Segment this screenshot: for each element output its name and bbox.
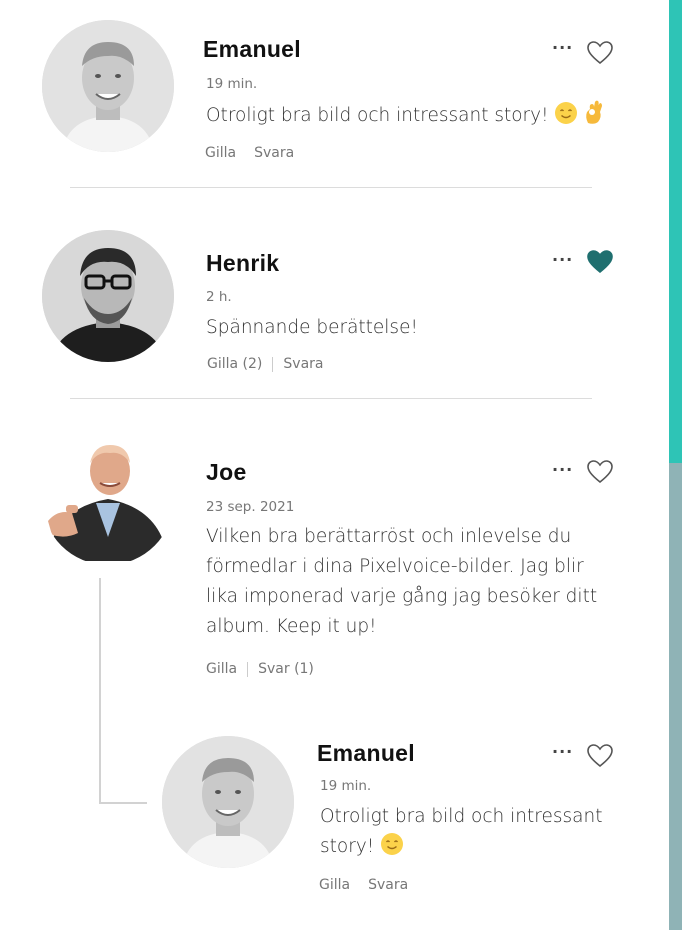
comment-text-line-wrap: story! [320,832,620,862]
comment-time: 23 sep. 2021 [206,499,295,515]
more-dots-icon[interactable]: ··· [552,38,573,57]
thread-connector-line [99,802,147,804]
thread-connector-line [99,578,101,804]
comment-text: Otroligt bra bild och intressant story! [206,99,604,131]
like-button[interactable]: Gilla [205,145,236,161]
like-button[interactable]: Gilla [319,877,350,893]
divider [70,187,592,188]
like-button[interactable]: Gilla [206,661,237,677]
reply-button[interactable]: Svara [368,877,408,893]
avatar[interactable] [42,433,174,565]
comment-time: 2 h. [206,289,232,305]
comment-author[interactable]: Emanuel [317,740,415,767]
comment-text-line: Otroligt bra bild och intressant [320,806,603,827]
comment-author[interactable]: Henrik [206,250,279,277]
comment-author[interactable]: Emanuel [203,36,301,63]
scrollbar-thumb[interactable] [669,0,682,463]
reply-button[interactable]: Svara [254,145,294,161]
comment-actions: Gilla Svara [205,145,294,161]
heart-outline-icon[interactable] [586,40,614,66]
heart-outline-icon[interactable] [586,459,614,485]
comment-actions: Gilla (2) Svara [207,356,323,372]
heart-outline-icon[interactable] [586,743,614,769]
more-dots-icon[interactable]: ··· [552,742,573,761]
comment-text: Vilken bra berättarröst och inlevelse du… [206,526,598,637]
action-separator [247,661,249,677]
reply-button[interactable]: Svar (1) [258,661,314,677]
more-dots-icon[interactable]: ··· [552,460,573,479]
comment-time: 19 min. [206,76,258,92]
divider [70,398,592,399]
comment-author[interactable]: Joe [206,459,247,486]
like-button[interactable]: Gilla (2) [207,356,262,372]
avatar[interactable] [162,736,294,868]
heart-filled-icon[interactable] [586,249,614,275]
smiling-face-icon [381,833,404,855]
avatar-emanuel-image [162,736,294,868]
comment-text: Otroligt bra bild och intressant story! [320,802,620,862]
comment-text-line: story! [320,836,375,857]
action-separator [272,356,274,372]
ok-hand-icon [586,100,603,124]
comment-text-content: Otroligt bra bild och intressant story! [206,105,549,126]
avatar[interactable] [42,230,174,362]
reply-button[interactable]: Svara [283,356,323,372]
avatar[interactable] [42,20,174,152]
avatar-henrik-image [42,230,174,362]
avatar-joe-image [42,433,174,565]
smiling-face-icon [555,102,578,124]
avatar-emanuel-image [42,20,174,152]
more-dots-icon[interactable]: ··· [552,250,573,269]
comment-actions: Gilla Svara [319,877,408,893]
comment-text: Spännande berättelse! [206,317,418,338]
comment-actions: Gilla Svar (1) [206,661,314,677]
comment-time: 19 min. [320,778,372,794]
